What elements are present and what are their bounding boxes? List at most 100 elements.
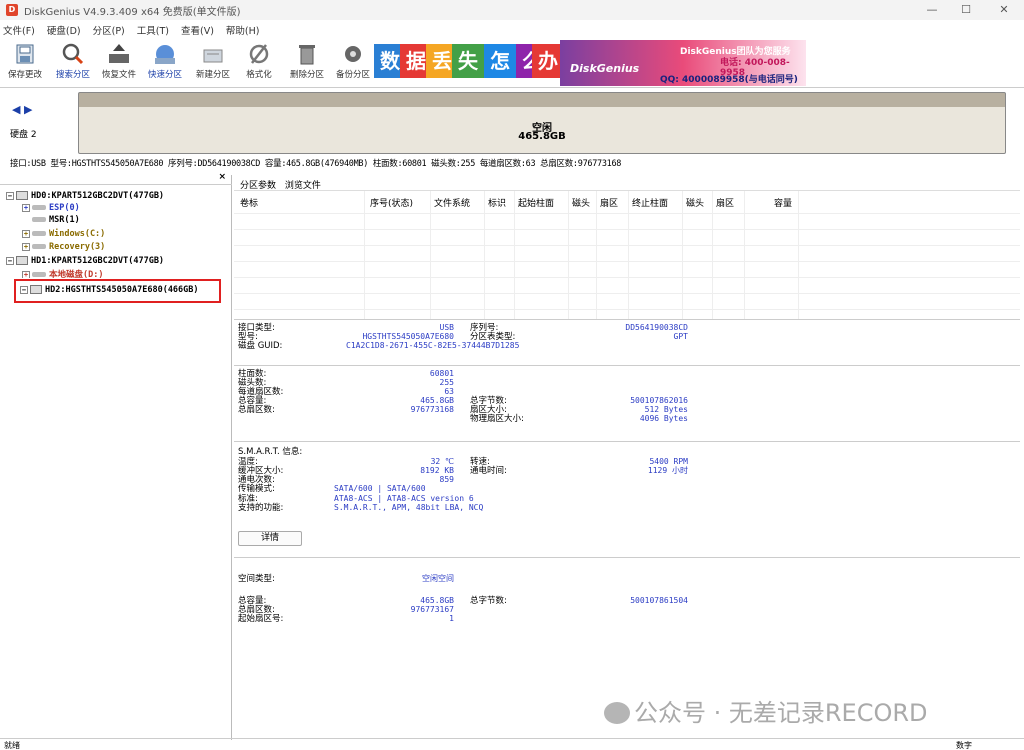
title-bar: D DiskGenius V4.9.3.409 x64 免费版(单文件版) — … [0, 0, 1024, 20]
tree-item-recovery[interactable]: + Recovery(3) [22, 242, 105, 252]
menu-disk[interactable]: 硬盘(D) [47, 23, 81, 37]
partition-icon [32, 217, 46, 222]
banner-char: 怎 [484, 44, 516, 78]
format-button[interactable]: 格式化 [236, 40, 282, 80]
minimize-button[interactable]: — [914, 0, 950, 20]
col-header[interactable]: 扇区 [716, 196, 734, 209]
tree-header: × [0, 172, 232, 185]
label-free-bytes: 总字节数: [470, 596, 507, 606]
search-icon [60, 42, 86, 66]
numlock-indicator: 数字 [956, 741, 972, 750]
col-header[interactable]: 文件系统 [434, 196, 470, 209]
tree-item-windows[interactable]: + Windows(C:) [22, 229, 105, 239]
col-header[interactable]: 起始柱面 [518, 196, 554, 209]
details-panel: 分区参数 浏览文件 卷标 序号(状态) 文件系统 标识 起始柱面 磁头 扇区 终… [234, 176, 1020, 740]
grid-vline [514, 191, 515, 319]
support-ad[interactable]: DiskGenius团队为您服务 DiskGenius 电话: 400-008-… [560, 40, 806, 86]
tree-item-local-d[interactable]: + 本地磁盘(D:) [22, 268, 103, 278]
disk-nav-arrows[interactable]: ◀ ▶ [12, 103, 32, 116]
collapse-icon[interactable]: − [6, 191, 14, 200]
format-icon [246, 42, 272, 66]
expand-icon[interactable]: + [22, 242, 30, 251]
grid-line [234, 309, 1020, 310]
recover-files-button[interactable]: 恢复文件 [96, 40, 142, 80]
label-guid: 磁盘 GUID: [238, 341, 283, 351]
value-start-sector: 1 [449, 614, 454, 623]
col-header[interactable]: 磁头 [572, 196, 590, 209]
ad-brand: DiskGenius [570, 62, 640, 75]
label-partition-table: 分区表类型: [470, 332, 516, 342]
menu-partition[interactable]: 分区(P) [93, 23, 125, 37]
label-features: 支持的功能: [238, 503, 284, 513]
backup-icon [340, 42, 366, 66]
save-icon [12, 42, 38, 66]
backup-partition-button[interactable]: 备份分区 [330, 40, 376, 80]
value-space-type: 空闲空间 [422, 574, 454, 583]
grid-vline [430, 191, 431, 319]
tree-item-hd0[interactable]: − HD0:KPART512GBC2DVT(477GB) [6, 191, 164, 201]
watermark: 公众号 · 无差记录RECORD [604, 693, 928, 728]
wechat-icon [604, 702, 630, 724]
recover-icon [106, 42, 132, 66]
grid-vline [596, 191, 597, 319]
free-space-size: 465.8GB [518, 131, 566, 142]
expand-icon[interactable]: + [22, 203, 30, 212]
maximize-button[interactable]: ☐ [948, 0, 984, 20]
search-partition-button[interactable]: 搜索分区 [50, 40, 96, 80]
col-header[interactable]: 扇区 [600, 196, 618, 209]
col-header[interactable]: 磁头 [686, 196, 704, 209]
value-total-sectors: 976773168 [410, 405, 454, 414]
smart-title: S.M.A.R.T. 信息: [238, 447, 303, 457]
ad-qq: QQ: 4000089958(与电话同号) [660, 75, 798, 85]
grid-line [234, 229, 1020, 230]
menu-file[interactable]: 文件(F) [3, 23, 35, 37]
close-window-button[interactable]: ✕ [986, 0, 1022, 20]
value-guid: C1A2C1D8-2671-455C-82E5-37444B7D1285 [346, 341, 520, 350]
grid-vline [628, 191, 629, 319]
grid-vline [484, 191, 485, 319]
tree-item-msr[interactable]: MSR(1) [32, 215, 80, 225]
col-header[interactable]: 标识 [488, 196, 506, 209]
partition-icon [32, 205, 46, 210]
grid-line [234, 293, 1020, 294]
label-transfer-mode: 传输模式: [238, 484, 275, 494]
tree-item-hd1[interactable]: − HD1:KPART512GBC2DVT(477GB) [6, 256, 164, 266]
menu-tools[interactable]: 工具(T) [137, 23, 169, 37]
expand-icon[interactable]: + [22, 229, 30, 238]
value-free-bytes: 500107861504 [630, 596, 688, 605]
disk-map-free-space[interactable]: 空闲 465.8GB [78, 92, 1006, 154]
value-power-on-hours: 1129 小时 [647, 466, 688, 475]
expand-icon[interactable]: + [22, 270, 30, 278]
tree-item-esp[interactable]: + ESP(0) [22, 203, 80, 213]
selection-highlight [14, 279, 221, 303]
new-partition-button[interactable]: 新建分区 [190, 40, 236, 80]
window-title: DiskGenius V4.9.3.409 x64 免费版(单文件版) [24, 6, 241, 18]
label-total-sectors: 总扇区数: [238, 405, 275, 415]
grid-vline [712, 191, 713, 319]
value-features: S.M.A.R.T., APM, 48bit LBA, NCQ [334, 503, 484, 512]
save-changes-button[interactable]: 保存更改 [2, 40, 48, 80]
collapse-icon[interactable]: − [6, 256, 14, 265]
col-header[interactable]: 卷标 [240, 196, 258, 209]
close-tree-icon[interactable]: × [218, 172, 226, 182]
label-start-sector: 起始扇区号: [238, 614, 284, 624]
new-partition-icon [200, 42, 226, 66]
value-physical-sector: 4096 Bytes [639, 414, 688, 423]
menu-view[interactable]: 查看(V) [181, 23, 214, 37]
delete-partition-button[interactable]: 删除分区 [284, 40, 330, 80]
partition-icon [32, 231, 46, 236]
value-transfer-mode: SATA/600 | SATA/600 [334, 484, 426, 493]
value-partition-table: GPT [673, 332, 688, 341]
label-physical-sector: 物理扇区大小: [470, 414, 524, 424]
grid-vline [744, 191, 745, 319]
quick-partition-button[interactable]: 快速分区 [142, 40, 188, 80]
disk-info-line: 接口:USB 型号:HGSTHTS545050A7E680 序列号:DD5641… [10, 159, 622, 169]
menu-help[interactable]: 帮助(H) [226, 23, 260, 37]
col-header[interactable]: 容量 [774, 196, 792, 209]
partition-icon [32, 272, 46, 277]
grid-vline [798, 191, 799, 319]
partition-icon [32, 244, 46, 249]
col-header[interactable]: 终止柱面 [632, 196, 668, 209]
details-button[interactable]: 详情 [238, 531, 302, 546]
col-header[interactable]: 序号(状态) [370, 196, 413, 209]
